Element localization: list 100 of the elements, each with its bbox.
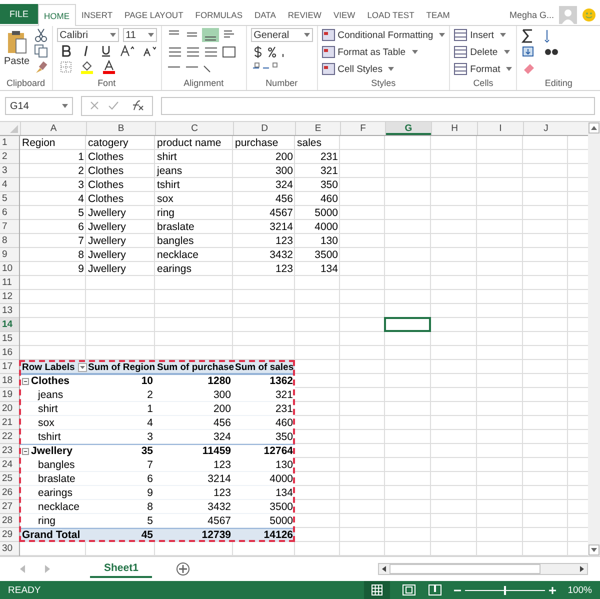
row-number[interactable]: 24 xyxy=(0,458,20,472)
fill-color-icon[interactable] xyxy=(80,60,94,74)
pivot-value: 456 xyxy=(212,416,232,430)
zoom-in-icon[interactable] xyxy=(548,586,556,594)
font-name-dropdown[interactable]: Calibri xyxy=(56,28,119,42)
column-header[interactable]: J xyxy=(523,122,568,135)
row-number[interactable]: 15 xyxy=(0,332,20,346)
font-color-icon[interactable] xyxy=(102,60,116,74)
ribbon-tab[interactable]: REVIEW xyxy=(282,4,328,25)
filter-dropdown[interactable] xyxy=(78,362,87,372)
horizontal-scrollbar[interactable] xyxy=(378,563,588,575)
pivot-value: 321 xyxy=(274,388,294,402)
column-header[interactable]: I xyxy=(477,122,523,135)
formula-input[interactable] xyxy=(161,97,595,115)
zoom-slider-thumb[interactable] xyxy=(504,586,506,594)
cells-button[interactable]: Delete xyxy=(454,45,510,59)
shrink-font-icon[interactable] xyxy=(142,45,156,57)
file-tab[interactable]: FILE xyxy=(0,4,38,24)
row-number[interactable]: 21 xyxy=(0,416,20,430)
row-number[interactable]: 29 xyxy=(0,528,20,542)
row-number[interactable]: 4 xyxy=(0,178,20,192)
active-cell[interactable] xyxy=(384,317,431,332)
column-header[interactable]: D xyxy=(233,122,295,135)
ribbon-tab[interactable]: DATA xyxy=(248,4,282,25)
copy-icon[interactable] xyxy=(34,44,48,58)
cell-text: 4 xyxy=(77,192,85,206)
paste-button[interactable]: Paste xyxy=(4,28,30,67)
styles-button[interactable]: Conditional Formatting xyxy=(322,28,446,42)
row-number[interactable]: 16 xyxy=(0,346,20,360)
ribbon-tab[interactable]: FORMULAS xyxy=(189,4,248,25)
row-number[interactable]: 23 xyxy=(0,444,20,458)
ribbon-tab[interactable]: HOME xyxy=(38,4,76,26)
cell-text: 7 xyxy=(77,234,85,248)
group-label: Font xyxy=(96,78,117,90)
row-number[interactable]: 30 xyxy=(0,542,20,556)
font-size-dropdown[interactable]: 11 xyxy=(122,28,157,42)
row-number[interactable]: 10 xyxy=(0,262,20,276)
row-number[interactable]: 20 xyxy=(0,402,20,416)
page-break-icon[interactable] xyxy=(428,584,442,596)
pivot-value: 14126 xyxy=(262,528,294,542)
row-number[interactable]: 26 xyxy=(0,486,20,500)
row-number[interactable]: 25 xyxy=(0,472,20,486)
cells-button[interactable]: Format xyxy=(454,62,512,76)
brush-icon[interactable] xyxy=(34,60,48,74)
vertical-scrollbar[interactable] xyxy=(588,122,600,556)
row-number[interactable]: 14 xyxy=(0,318,20,332)
collapse-toggle[interactable] xyxy=(22,378,29,384)
styles-button[interactable]: Format as Table xyxy=(322,45,418,59)
underline-icon[interactable] xyxy=(100,45,112,57)
scissors-icon[interactable] xyxy=(34,28,48,42)
cell-text: 4000 xyxy=(314,220,339,234)
column-header[interactable]: C xyxy=(155,122,233,135)
cells-button[interactable]: Insert xyxy=(454,28,506,42)
normal-view-icon[interactable] xyxy=(364,581,390,599)
column-header[interactable]: E xyxy=(295,122,340,135)
row-number[interactable]: 3 xyxy=(0,164,20,178)
ribbon-tab[interactable]: PAGE LAYOUT xyxy=(118,4,190,25)
row-number[interactable]: 27 xyxy=(0,500,20,514)
grow-font-icon[interactable] xyxy=(120,45,134,57)
column-header[interactable]: H xyxy=(431,122,477,135)
bold-icon[interactable] xyxy=(60,45,72,57)
column-header[interactable]: B xyxy=(86,122,155,135)
row-number[interactable]: 6 xyxy=(0,206,20,220)
pivot-row-label: Jwellery xyxy=(30,444,74,458)
name-box[interactable]: G14 xyxy=(5,97,73,115)
ribbon-tab[interactable]: LOAD TEST xyxy=(361,4,420,25)
row-number[interactable]: 12 xyxy=(0,290,20,304)
smiley-icon[interactable] xyxy=(582,8,596,22)
row-number[interactable]: 1 xyxy=(0,136,20,150)
row-number[interactable]: 18 xyxy=(0,374,20,388)
cell-text: Jwellery xyxy=(87,234,127,248)
pivot-value: 11459 xyxy=(201,444,232,458)
row-number[interactable]: 7 xyxy=(0,220,20,234)
column-header[interactable]: A xyxy=(20,122,86,135)
add-sheet-icon[interactable] xyxy=(176,562,190,576)
row-number[interactable]: 17 xyxy=(0,360,20,374)
row-number[interactable]: 5 xyxy=(0,192,20,206)
column-header[interactable]: G xyxy=(385,122,431,135)
row-number[interactable]: 8 xyxy=(0,234,20,248)
row-number[interactable]: 13 xyxy=(0,304,20,318)
page-layout-icon[interactable] xyxy=(402,584,416,596)
sheet-tab[interactable]: Sheet1 xyxy=(90,560,152,578)
row-number[interactable]: 11 xyxy=(0,276,20,290)
ribbon-tab[interactable]: TEAM xyxy=(420,4,456,25)
row-number[interactable]: 9 xyxy=(0,248,20,262)
collapse-toggle[interactable] xyxy=(22,448,29,454)
cell-text: bangles xyxy=(156,234,195,248)
cell-text: sales xyxy=(296,136,323,150)
row-number[interactable]: 19 xyxy=(0,388,20,402)
number-format-dropdown[interactable]: General xyxy=(250,28,313,42)
row-number[interactable]: 2 xyxy=(0,150,20,164)
ribbon-tab[interactable]: VIEW xyxy=(327,4,362,25)
cell-text: 300 xyxy=(274,164,294,178)
ribbon-tab[interactable]: INSERT xyxy=(76,4,119,25)
zoom-level[interactable]: 100% xyxy=(568,584,592,596)
row-number[interactable]: 28 xyxy=(0,514,20,528)
styles-button[interactable]: Cell Styles xyxy=(322,62,394,76)
user-name[interactable]: Megha G... xyxy=(509,10,554,20)
pivot-value: 10 xyxy=(140,374,154,388)
row-number[interactable]: 22 xyxy=(0,430,20,444)
